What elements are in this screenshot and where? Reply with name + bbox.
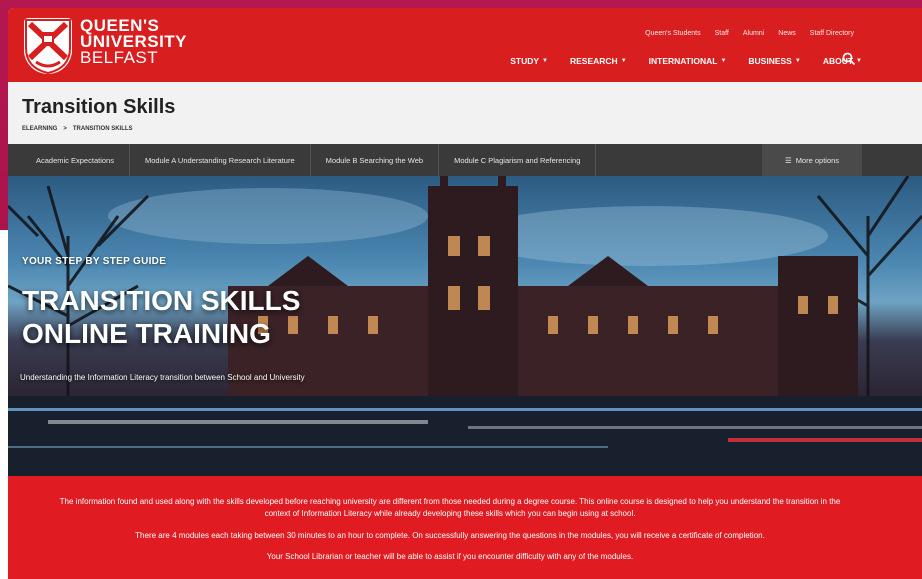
utility-link-students[interactable]: Queen's Students (645, 30, 700, 37)
hero-kicker: YOUR STEP BY STEP GUIDE (22, 256, 167, 267)
caret-down-icon: ▼ (620, 58, 627, 64)
caret-down-icon: ▼ (720, 58, 727, 64)
site-header: QUEEN'S UNIVERSITY BELFAST Queen's Stude… (8, 8, 922, 82)
intro-section: The information found and used along wit… (8, 476, 922, 579)
module-nav: Academic Expectations Module A Understan… (8, 144, 922, 176)
breadcrumb-elearning[interactable]: ELEARNING (22, 126, 57, 132)
university-wordmark: QUEEN'S UNIVERSITY BELFAST (80, 16, 188, 68)
more-options-button[interactable]: ☰ More options (762, 144, 862, 176)
search-icon[interactable] (842, 52, 856, 66)
caret-down-icon: ▼ (794, 58, 801, 64)
nav-business[interactable]: BUSINESS ▼ (748, 56, 800, 66)
hero-subtitle: Understanding the Information Literacy t… (20, 373, 305, 382)
hero-banner: YOUR STEP BY STEP GUIDE TRANSITION SKILL… (8, 176, 922, 476)
tab-module-a[interactable]: Module A Understanding Research Literatu… (130, 144, 311, 176)
nav-study[interactable]: STUDY ▼ (510, 56, 548, 66)
breadcrumb-current: TRANSITION SKILLS (72, 126, 133, 132)
tab-academic-expectations[interactable]: Academic Expectations (8, 144, 130, 176)
intro-paragraph: Your School Librarian or teacher will be… (266, 552, 634, 562)
hero-title: TRANSITION SKILLS ONLINE TRAINING (22, 285, 301, 350)
page-title: Transition Skills (22, 96, 176, 118)
utility-link-staff-directory[interactable]: Staff Directory (810, 30, 854, 37)
utility-nav: Queen's Students Staff Alumni News Staff… (645, 30, 854, 37)
university-logo[interactable]: QUEEN'S UNIVERSITY BELFAST (24, 16, 188, 74)
utility-link-staff[interactable]: Staff (715, 30, 729, 37)
utility-link-alumni[interactable]: Alumni (743, 30, 764, 37)
tab-module-b[interactable]: Module B Searching the Web (311, 144, 440, 176)
main-nav: STUDY ▼ RESEARCH ▼ INTERNATIONAL ▼ BUSINESS… (510, 56, 862, 66)
intro-paragraph: The information found and used along wit… (59, 497, 841, 519)
nav-research[interactable]: RESEARCH ▼ (570, 56, 627, 66)
browser-page: QUEEN'S UNIVERSITY BELFAST Queen's Stude… (8, 8, 922, 579)
breadcrumb: ELEARNING > TRANSITION SKILLS (22, 126, 133, 132)
intro-paragraph: There are 4 modules each taking between … (135, 530, 765, 540)
page-title-bar: Transition Skills ELEARNING > TRANSITION… (8, 82, 922, 144)
breadcrumb-separator: > (63, 126, 67, 132)
nav-international[interactable]: INTERNATIONAL ▼ (649, 56, 727, 66)
tab-module-c[interactable]: Module C Plagiarism and Referencing (439, 144, 597, 176)
menu-icon: ☰ (784, 155, 792, 165)
utility-link-news[interactable]: News (778, 30, 796, 37)
crest-icon (24, 18, 72, 74)
caret-down-icon: ▼ (856, 58, 862, 64)
caret-down-icon: ▼ (542, 58, 548, 64)
